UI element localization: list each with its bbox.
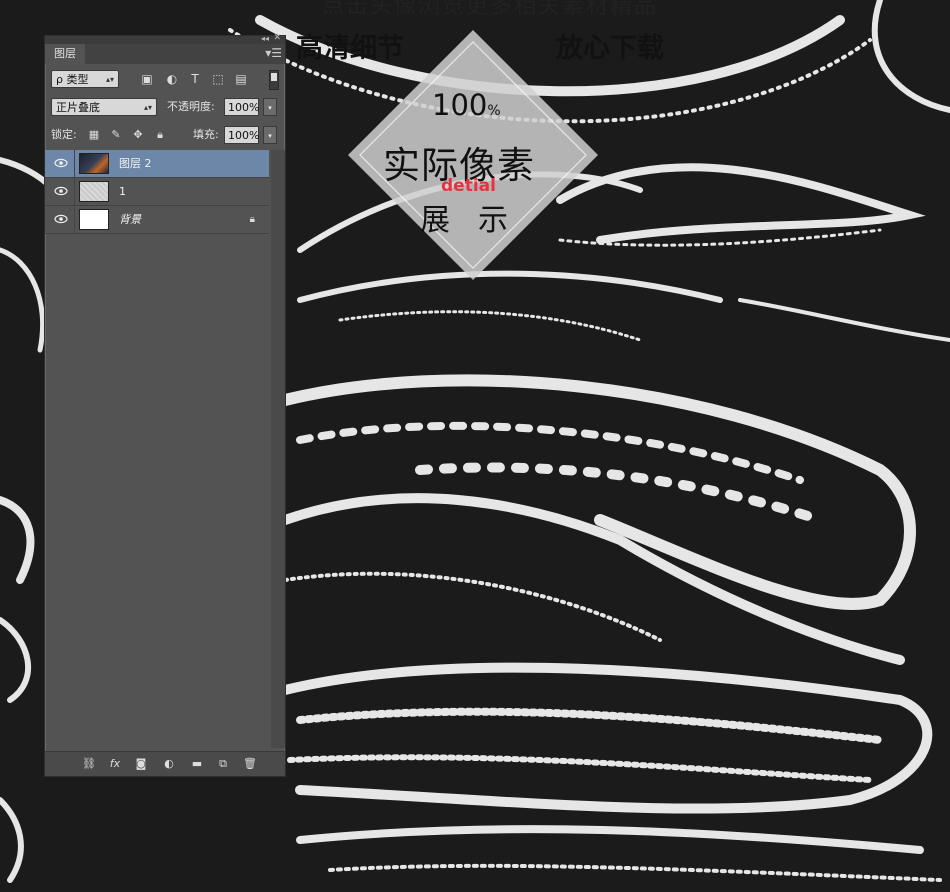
text-filter-icon[interactable]: T [188,72,202,86]
fill-label: 填充: [193,128,219,141]
layers-panel: ◂◂ ✕ 图层 ▾☰ ρ 类型 ▴▾ ▣ ◐ T ⬚ ▤ 正片叠底 ▴▾ 不透明度:… [44,33,286,777]
layer-row-layer2[interactable]: 图层 2 [45,150,269,178]
badge-percent: 100% [432,88,501,122]
top-promo-text: 点击头像浏览更多相关素材精品 [321,0,658,19]
filter-row: ρ 类型 ▴▾ ▣ ◐ T ⬚ ▤ [45,68,285,90]
tab-layers[interactable]: 图层 [45,44,85,64]
adjustment-filter-icon[interactable]: ◐ [165,72,179,86]
layer-row-1[interactable]: 1 [45,178,269,206]
shape-filter-icon[interactable]: ⬚ [211,72,225,86]
layer-list-scrollbar[interactable] [271,150,285,748]
filter-type-select[interactable]: ρ 类型 ▴▾ [51,70,119,88]
panel-titlebar[interactable]: ◂◂ ✕ [45,33,285,44]
layer-name: 图层 2 [119,157,152,170]
link-layers-icon[interactable]: ⛓ [81,757,97,771]
lock-transparent-pixels-icon[interactable]: ▦ [87,128,101,142]
opacity-input[interactable]: 100% [224,98,259,116]
smart-object-filter-icon[interactable]: ▤ [234,72,248,86]
panel-menu-icon[interactable]: ▾☰ [265,47,282,59]
layer-list: 图层 2 1 背景 🔒︎ [45,150,285,234]
filter-toggle[interactable] [269,70,279,90]
panel-footer: ⛓ fx ◙ ◐ ▬ ⧉ 🗑︎ [45,751,285,776]
mask-icon[interactable]: ◙ [133,757,149,771]
lock-row: 锁定: ▦ ✎ ✥ 🔒︎ 填充: 100% ▾ [45,124,285,146]
collapse-panel-icon[interactable]: ◂◂ [261,34,269,43]
visibility-eye-icon[interactable] [54,186,68,196]
blend-row: 正片叠底 ▴▾ 不透明度: 100% ▾ [45,96,285,118]
opacity-dropdown[interactable]: ▾ [263,98,277,116]
layer-name: 1 [119,185,126,198]
visibility-eye-icon[interactable] [54,158,68,168]
layer-row-background[interactable]: 背景 🔒︎ [45,206,269,234]
panel-tab-row: 图层 ▾☰ [45,44,285,64]
fx-icon[interactable]: fx [107,757,123,771]
layer-lock-icon: 🔒︎ [249,214,255,225]
lock-all-icon[interactable]: 🔒︎ [153,128,167,142]
blend-mode-select[interactable]: 正片叠底 ▴▾ [51,98,157,116]
layer-thumbnail [79,153,109,174]
layer-name: 背景 [119,213,141,226]
fill-dropdown[interactable]: ▾ [263,126,277,144]
layer-thumbnail [79,181,109,202]
trash-icon[interactable]: 🗑︎ [242,757,258,771]
lock-image-pixels-icon[interactable]: ✎ [109,128,123,142]
close-panel-icon[interactable]: ✕ [273,33,281,43]
lock-position-icon[interactable]: ✥ [131,128,145,142]
badge-show: 展示 [420,203,536,238]
image-filter-icon[interactable]: ▣ [140,72,154,86]
lock-label: 锁定: [51,128,77,141]
fill-input[interactable]: 100% [224,126,259,144]
group-folder-icon[interactable]: ▬ [189,757,205,771]
badge-detail: detial [441,176,496,196]
layer-thumbnail [79,209,109,230]
visibility-eye-icon[interactable] [54,214,68,224]
new-layer-icon[interactable]: ⧉ [215,757,231,771]
opacity-label: 不透明度: [167,100,215,113]
adjustment-layer-icon[interactable]: ◐ [161,757,177,771]
